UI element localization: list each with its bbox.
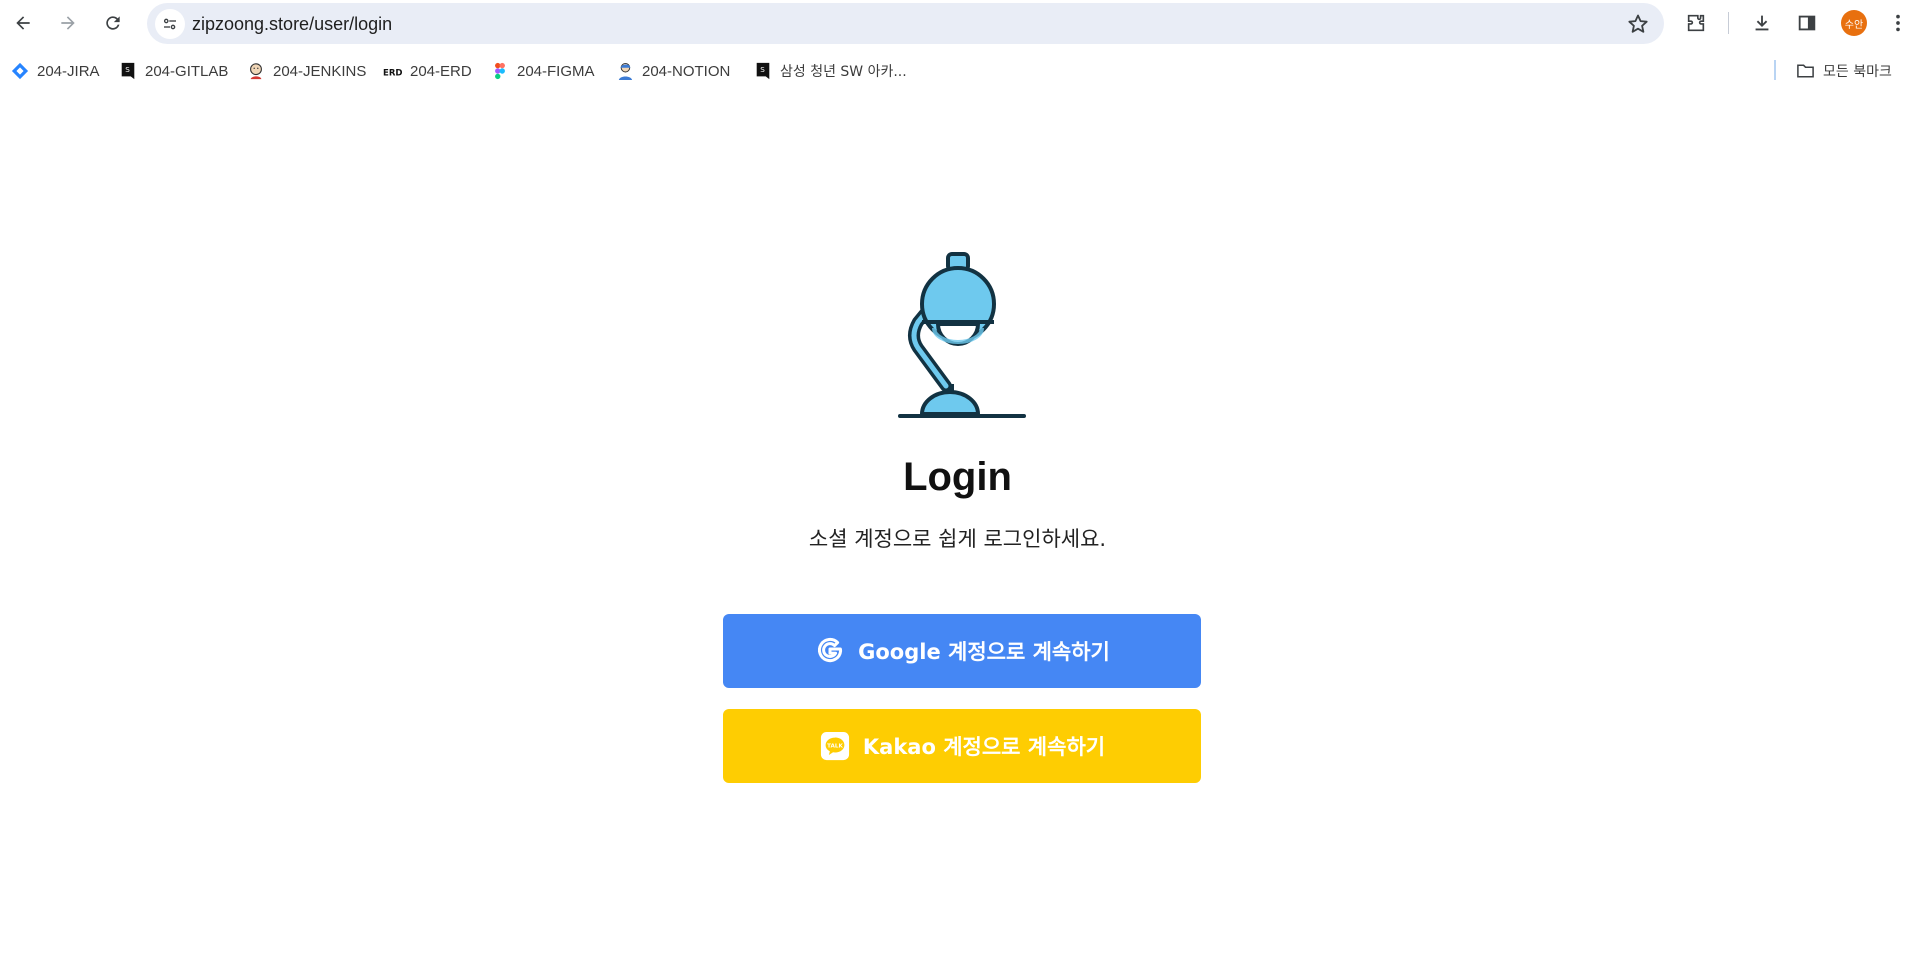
notion-icon <box>615 62 634 81</box>
all-bookmarks-folder[interactable]: 모든 북마크 <box>1796 60 1892 82</box>
browser-toolbar: zipzoong.store/user/login 수안 <box>0 0 1915 46</box>
google-icon <box>814 635 846 667</box>
gitlab-icon: S <box>118 62 137 81</box>
ssafy-icon: S <box>753 62 772 81</box>
svg-text:S: S <box>760 65 765 74</box>
page-subtitle: 소셜 계정으로 쉽게 로그인하세요. <box>808 527 1107 551</box>
bookmark-jira[interactable]: 204-JIRA <box>10 60 100 82</box>
kakao-talk-icon: TALK <box>819 730 851 762</box>
bookmark-jenkins[interactable]: 204-JENKINS <box>246 60 366 82</box>
svg-text:ERD: ERD <box>383 68 402 78</box>
svg-text:TALK: TALK <box>827 743 843 749</box>
google-login-label: Google 계정으로 계속하기 <box>858 640 1110 664</box>
address-bar[interactable]: zipzoong.store/user/login <box>147 3 1664 44</box>
arrow-left-icon <box>16 16 30 30</box>
forward-button[interactable] <box>51 6 85 40</box>
page-title: Login <box>903 455 1012 499</box>
profile-avatar[interactable]: 수안 <box>1841 10 1867 36</box>
extensions-icon[interactable] <box>1683 10 1709 36</box>
toolbar-divider <box>1728 12 1729 34</box>
download-icon[interactable] <box>1749 10 1775 36</box>
bookmark-notion[interactable]: 204-NOTION <box>615 60 730 82</box>
erd-icon: ERD <box>383 62 402 81</box>
desk-lamp-icon <box>898 252 1026 418</box>
reload-button[interactable] <box>96 6 130 40</box>
bookmark-ssafy[interactable]: S 삼성 청년 SW 아카... <box>753 60 907 82</box>
bookmark-erd[interactable]: ERD 204-ERD <box>383 60 472 82</box>
reload-icon <box>106 16 120 30</box>
menu-kebab-icon[interactable] <box>1885 10 1911 36</box>
bookmark-gitlab[interactable]: S 204-GITLAB <box>118 60 228 82</box>
figma-icon <box>490 62 509 81</box>
svg-text:S: S <box>125 65 130 74</box>
site-settings-icon[interactable] <box>155 9 185 39</box>
back-button[interactable] <box>6 6 40 40</box>
bookmark-star-icon[interactable] <box>1626 12 1650 36</box>
bookmark-figma[interactable]: 204-FIGMA <box>490 60 595 82</box>
side-panel-icon[interactable] <box>1794 10 1820 36</box>
bookmarks-divider <box>1774 60 1776 80</box>
bookmarks-bar: 204-JIRA S 204-GITLAB 204-JENKINS ERD 20… <box>0 46 1915 94</box>
jira-icon <box>10 62 29 81</box>
kakao-login-button[interactable]: TALK Kakao 계정으로 계속하기 <box>723 709 1201 783</box>
folder-icon <box>1796 62 1815 81</box>
url-text[interactable]: zipzoong.store/user/login <box>192 14 392 35</box>
arrow-right-icon <box>61 16 75 30</box>
jenkins-icon <box>246 62 265 81</box>
kakao-login-label: Kakao 계정으로 계속하기 <box>862 735 1106 759</box>
google-login-button[interactable]: Google 계정으로 계속하기 <box>723 614 1201 688</box>
